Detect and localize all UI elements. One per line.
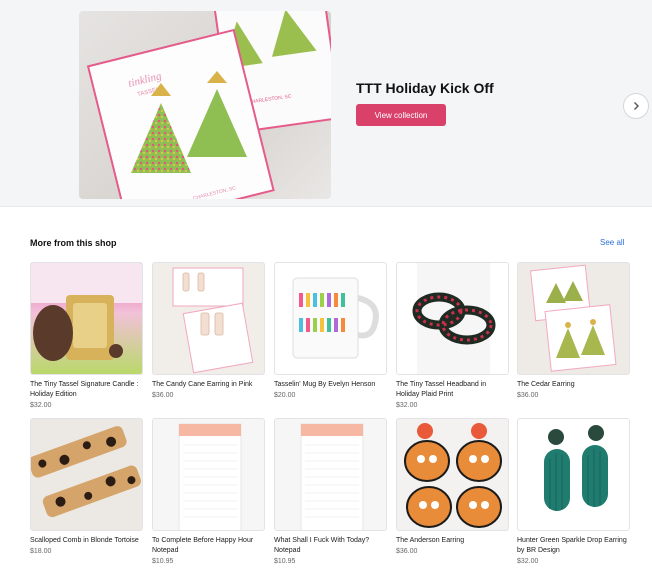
product-price: $36.00 — [396, 548, 418, 555]
section-title: More from this shop — [30, 238, 117, 248]
product-image[interactable] — [152, 262, 265, 375]
product-price: $20.00 — [274, 392, 296, 399]
product-image[interactable] — [274, 262, 387, 375]
product-name[interactable]: Scalloped Comb in Blonde Tortoise — [30, 536, 143, 546]
product-price: $32.00 — [30, 402, 52, 409]
product-card[interactable]: Tasselin' Mug By Evelyn Henson $20.00 — [274, 262, 387, 401]
product-price: $10.95 — [152, 558, 174, 565]
collection-title: TTT Holiday Kick Off — [356, 80, 494, 96]
product-price: $18.00 — [30, 548, 52, 555]
product-name[interactable]: The Candy Cane Earring in Pink — [152, 380, 265, 390]
collection-hero: CHARLESTON, SC tinkling TASSEL CHARLESTO… — [0, 0, 652, 207]
product-card[interactable]: Hunter Green Sparkle Drop Earring by BR … — [517, 418, 630, 567]
product-image[interactable] — [152, 418, 265, 531]
product-name[interactable]: The Cedar Earring — [517, 380, 630, 390]
product-name[interactable]: Hunter Green Sparkle Drop Earring by BR … — [517, 536, 630, 556]
product-image[interactable] — [396, 262, 509, 375]
see-all-link[interactable]: See all — [600, 238, 624, 247]
product-image[interactable] — [396, 418, 509, 531]
product-price: $36.00 — [152, 392, 174, 399]
product-name[interactable]: The Tiny Tassel Headband in Holiday Plai… — [396, 380, 509, 400]
product-name[interactable]: The Tiny Tassel Signature Candle : Holid… — [30, 380, 143, 400]
product-card[interactable]: The Candy Cane Earring in Pink $36.00 — [152, 262, 265, 401]
product-card[interactable]: The Anderson Earring $36.00 — [396, 418, 509, 557]
hero-image[interactable]: CHARLESTON, SC tinkling TASSEL CHARLESTO… — [79, 11, 331, 199]
product-price: $32.00 — [517, 558, 539, 565]
chevron-right-icon — [634, 102, 639, 110]
product-image[interactable] — [30, 262, 143, 375]
view-collection-button[interactable]: View collection — [356, 104, 446, 126]
product-price: $10.95 — [274, 558, 296, 565]
product-card[interactable]: To Complete Before Happy Hour Notepad $1… — [152, 418, 265, 567]
product-image[interactable] — [274, 418, 387, 531]
product-card[interactable]: The Tiny Tassel Signature Candle : Holid… — [30, 262, 143, 411]
product-image[interactable] — [30, 418, 143, 531]
product-name[interactable]: To Complete Before Happy Hour Notepad — [152, 536, 265, 556]
product-price: $36.00 — [517, 392, 539, 399]
product-image[interactable] — [517, 418, 630, 531]
carousel-next-button[interactable] — [623, 93, 649, 119]
product-card[interactable]: The Cedar Earring $36.00 — [517, 262, 630, 401]
product-name[interactable]: Tasselin' Mug By Evelyn Henson — [274, 380, 387, 390]
product-card[interactable]: What Shall I Fuck With Today? Notepad $1… — [274, 418, 387, 567]
product-name[interactable]: The Anderson Earring — [396, 536, 509, 546]
product-card[interactable]: Scalloped Comb in Blonde Tortoise $18.00 — [30, 418, 143, 557]
product-price: $32.00 — [396, 402, 418, 409]
product-image[interactable] — [517, 262, 630, 375]
product-name[interactable]: What Shall I Fuck With Today? Notepad — [274, 536, 387, 556]
product-card[interactable]: The Tiny Tassel Headband in Holiday Plai… — [396, 262, 509, 411]
